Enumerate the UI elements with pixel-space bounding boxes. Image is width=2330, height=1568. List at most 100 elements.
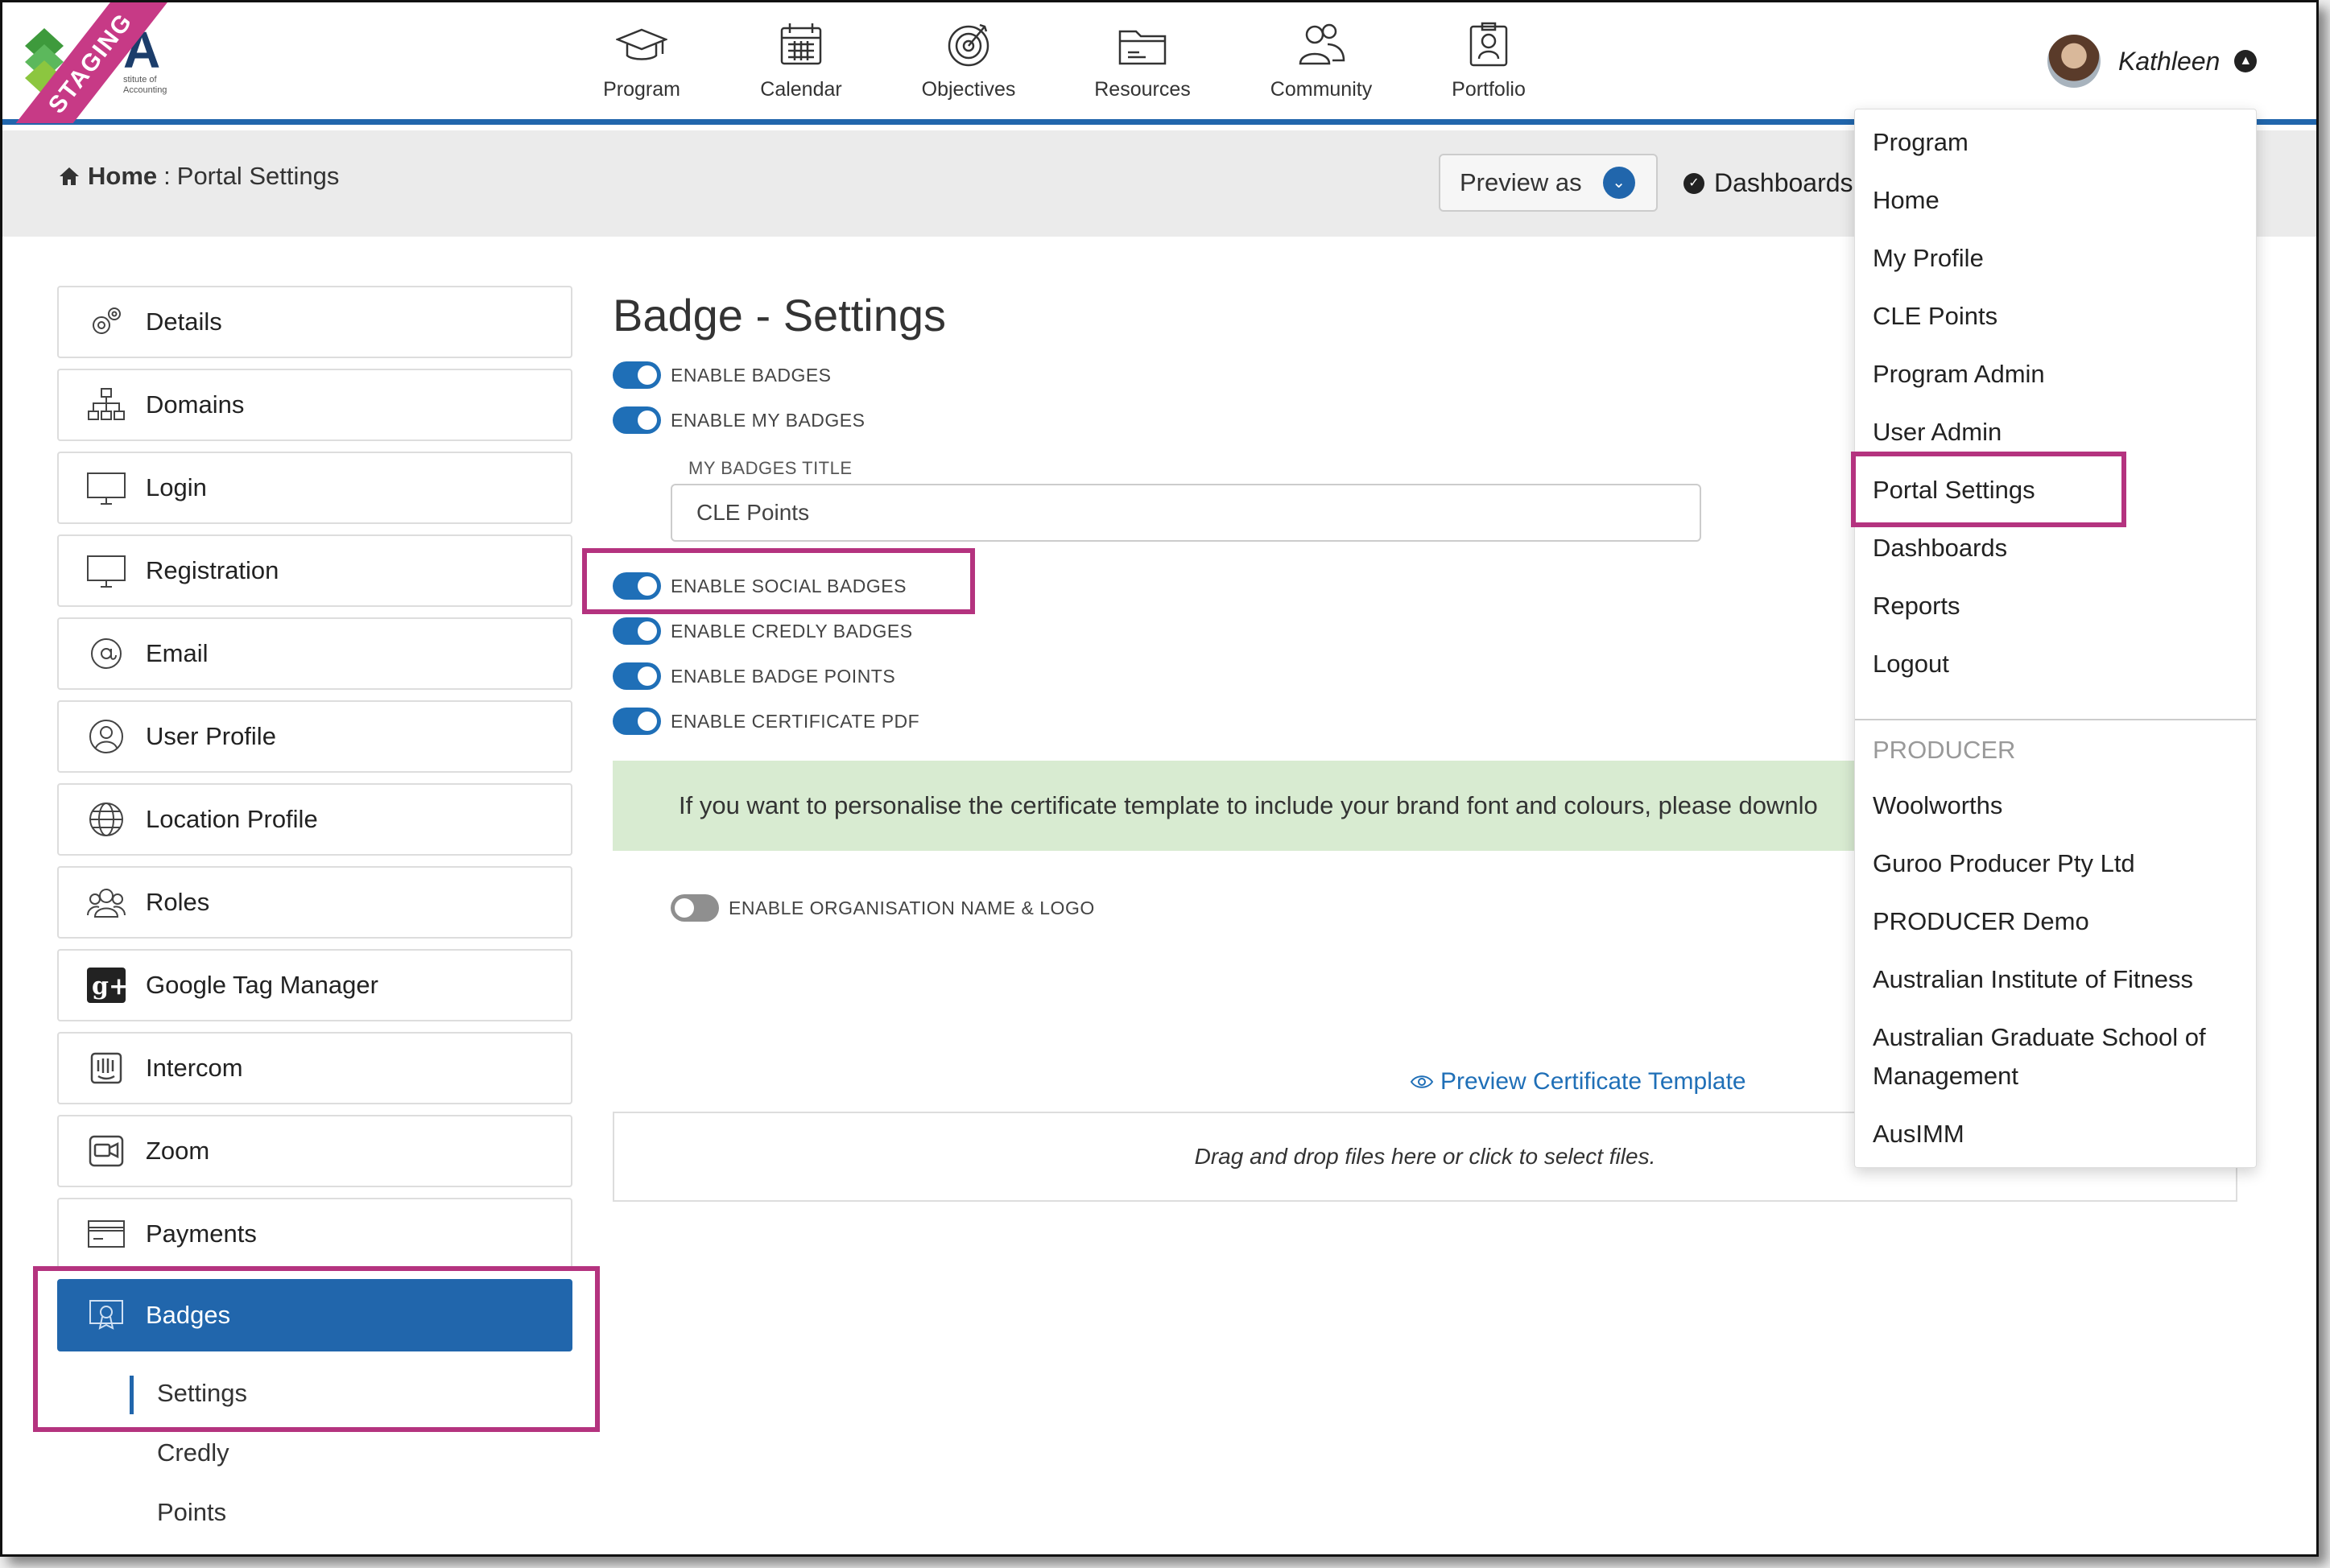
sidebar-sub-points[interactable]: Points (157, 1498, 226, 1527)
eye-icon (1410, 1075, 1434, 1088)
preview-as-label: Preview as (1460, 168, 1582, 196)
toggle-switch[interactable] (613, 662, 661, 690)
sidebar-item-label: Location Profile (146, 805, 318, 833)
toggle-switch[interactable] (613, 361, 661, 389)
target-icon (948, 23, 989, 67)
toggle-enable-my-badges[interactable]: ENABLE MY BADGES (613, 406, 865, 434)
sidebar-item-label: Domains (146, 390, 245, 419)
monitor-icon (86, 470, 126, 505)
certificate-info-alert: If you want to personalise the certifica… (613, 761, 1981, 851)
nav-label: Resources (1094, 78, 1191, 101)
toggle-enable-badge-points[interactable]: ENABLE BADGE POINTS (613, 662, 895, 690)
nav-label: Objectives (921, 78, 1016, 101)
menu-item-reports[interactable]: Reports (1873, 587, 1960, 625)
toggle-label: ENABLE BADGE POINTS (671, 665, 896, 687)
menu-divider (1855, 719, 2256, 720)
nav-label: Portfolio (1452, 78, 1526, 101)
menu-item-user-admin[interactable]: User Admin (1873, 413, 2002, 452)
toggle-enable-organisation-name-logo[interactable]: ENABLE ORGANISATION NAME & LOGO (671, 894, 1095, 922)
sidebar-item-payments[interactable]: Payments (57, 1198, 572, 1270)
menu-item-program[interactable]: Program (1873, 123, 1969, 162)
breadcrumb-home[interactable]: Home (88, 162, 157, 191)
producer-item[interactable]: Australian Institute of Fitness (1873, 960, 2193, 999)
toggle-switch[interactable] (613, 406, 661, 434)
breadcrumb-separator: : (163, 162, 171, 190)
sidebar-item-label: Google Tag Manager (146, 971, 378, 999)
nav-program[interactable]: Program (569, 20, 714, 101)
producer-item[interactable]: PRODUCER Demo (1873, 902, 2089, 941)
sidebar-item-email[interactable]: Email (57, 617, 572, 690)
nav-label: Community (1270, 78, 1373, 101)
sidebar-item-details[interactable]: Details (57, 286, 572, 358)
nav-community[interactable]: Community (1249, 20, 1394, 101)
people-icon (1299, 23, 1345, 65)
toggle-label: ENABLE ORGANISATION NAME & LOGO (729, 897, 1095, 918)
menu-item-cle-points[interactable]: CLE Points (1873, 297, 1997, 336)
sidebar-item-roles[interactable]: Roles (57, 866, 572, 939)
sidebar-item-label: Zoom (146, 1137, 210, 1165)
toggle-switch[interactable] (613, 708, 661, 735)
sidebar-item-zoom[interactable]: Zoom (57, 1115, 572, 1187)
toggle-label: ENABLE MY BADGES (671, 409, 865, 431)
globe-icon (86, 802, 126, 837)
check-circle-icon: ✓ (1683, 172, 1704, 194)
monitor-icon (86, 553, 126, 588)
nav-objectives[interactable]: Objectives (896, 20, 1041, 101)
sidebar-item-google-tag-manager[interactable]: g+ Google Tag Manager (57, 949, 572, 1021)
user-dropdown-menu: Program Home My Profile CLE Points Progr… (1854, 109, 2257, 1168)
sidebar-item-location-profile[interactable]: Location Profile (57, 783, 572, 856)
breadcrumb: Home : Portal Settings (59, 162, 339, 191)
my-badges-title-label: MY BADGES TITLE (688, 458, 853, 478)
nav-portfolio[interactable]: Portfolio (1416, 20, 1561, 101)
google-plus-icon: g+ (86, 968, 126, 1003)
chevron-up-icon: ▲ (2234, 50, 2258, 72)
sidebar-item-label: Payments (146, 1219, 257, 1248)
menu-item-dashboards[interactable]: Dashboards (1873, 529, 2007, 567)
menu-item-home[interactable]: Home (1873, 181, 1940, 220)
producer-item[interactable]: AusIMM (1873, 1115, 1964, 1153)
sidebar-item-label: User Profile (146, 722, 276, 750)
credit-card-icon (86, 1216, 126, 1252)
portfolio-icon (1469, 22, 1508, 67)
highlight-box (1851, 452, 2126, 527)
preview-certificate-link[interactable]: Preview Certificate Template (1410, 1068, 1746, 1096)
avatar (2047, 35, 2101, 88)
my-badges-title-input[interactable]: CLE Points (671, 484, 1701, 542)
user-menu-toggle[interactable]: Kathleen ▲ (2047, 33, 2258, 89)
toggle-label: ENABLE BADGES (671, 364, 832, 386)
producer-item[interactable]: Australian Graduate School of Management (1873, 1018, 2251, 1096)
sidebar-item-login[interactable]: Login (57, 452, 572, 524)
logo[interactable]: A stitute of Accounting STAGING (2, 2, 292, 123)
nav-label: Program (603, 78, 680, 101)
producer-heading: PRODUCER (1873, 736, 2016, 764)
graduation-cap-icon (616, 28, 667, 60)
nav-calendar[interactable]: Calendar (729, 20, 874, 101)
toggle-label: ENABLE CERTIFICATE PDF (671, 710, 920, 732)
sidebar-item-label: Email (146, 639, 209, 667)
toggle-enable-badges[interactable]: ENABLE BADGES (613, 361, 832, 389)
top-navbar: A stitute of Accounting STAGING Program C… (2, 2, 2316, 125)
preview-certificate-label: Preview Certificate Template (1440, 1068, 1746, 1095)
sidebar-item-intercom[interactable]: Intercom (57, 1032, 572, 1104)
page-title: Badge - Settings (613, 290, 947, 340)
menu-item-program-admin[interactable]: Program Admin (1873, 355, 2045, 394)
toggle-switch[interactable] (671, 894, 719, 922)
toggle-switch[interactable] (613, 617, 661, 645)
menu-item-my-profile[interactable]: My Profile (1873, 239, 1984, 278)
producer-item[interactable]: Woolworths (1873, 786, 2002, 825)
dashboards-link[interactable]: ✓ Dashboards (1683, 168, 1853, 198)
toggle-label: ENABLE CREDLY BADGES (671, 620, 913, 642)
sidebar-sub-credly[interactable]: Credly (157, 1438, 229, 1467)
sidebar-item-label: Details (146, 307, 222, 336)
toggle-enable-credly-badges[interactable]: ENABLE CREDLY BADGES (613, 617, 913, 645)
sidebar-item-registration[interactable]: Registration (57, 534, 572, 607)
sidebar-item-domains[interactable]: Domains (57, 369, 572, 441)
at-icon (86, 636, 126, 671)
toggle-enable-certificate-pdf[interactable]: ENABLE CERTIFICATE PDF (613, 708, 919, 735)
menu-item-logout[interactable]: Logout (1873, 645, 1949, 683)
nav-resources[interactable]: Resources (1070, 20, 1215, 101)
preview-as-button[interactable]: Preview as ⌄ (1439, 154, 1658, 212)
producer-item[interactable]: Guroo Producer Pty Ltd (1873, 844, 2135, 883)
chevron-down-icon: ⌄ (1602, 167, 1635, 199)
sidebar-item-user-profile[interactable]: User Profile (57, 700, 572, 773)
